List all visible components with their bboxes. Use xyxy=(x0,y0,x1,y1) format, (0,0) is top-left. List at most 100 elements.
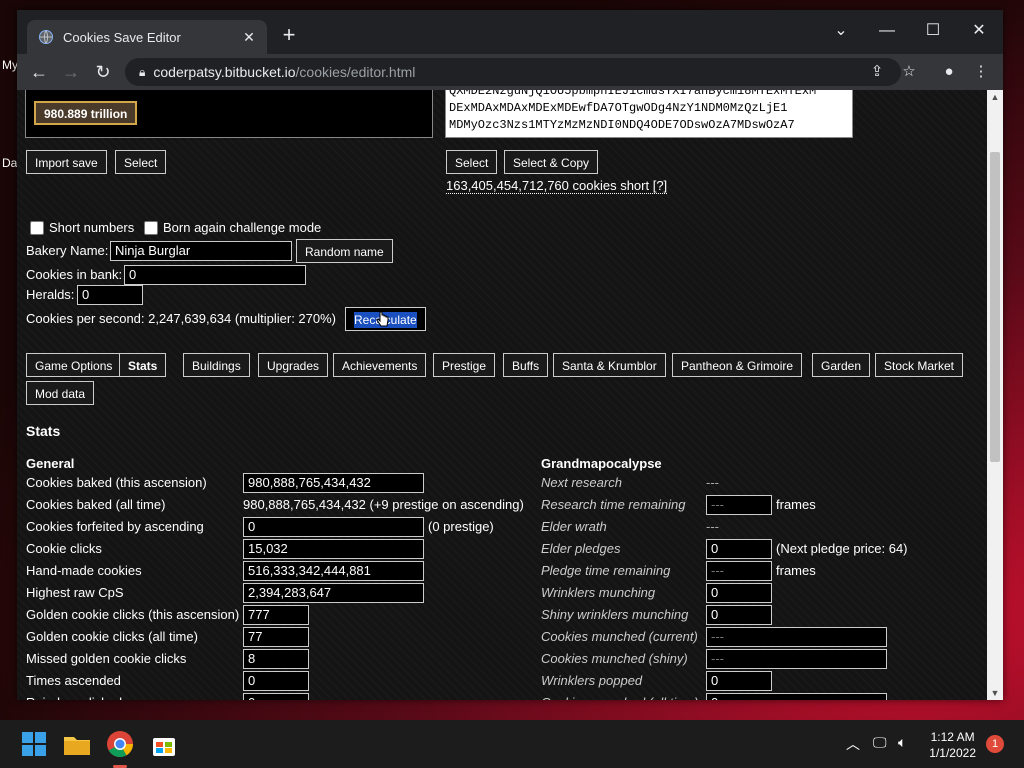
editor-page: 980.889 trillion QXMDE2NzguNjQ1OU5pbmphI… xyxy=(17,90,987,700)
clock[interactable]: 1:12 AM 1/1/2022 xyxy=(929,729,976,761)
stat-label: Wrinklers munching xyxy=(541,585,656,600)
desktop-icon-label[interactable]: My xyxy=(2,58,18,72)
volume-icon[interactable]: 🔈︎ xyxy=(898,734,906,751)
select-export-button[interactable]: Select xyxy=(446,150,498,174)
stat-input[interactable]: 0 xyxy=(706,605,772,625)
new-tab-button[interactable]: + xyxy=(277,24,301,48)
stat-input[interactable]: 15,032 xyxy=(243,539,424,559)
bakery-name-input[interactable]: Ninja Burglar xyxy=(110,241,292,261)
stat-label: Hand-made cookies xyxy=(26,563,142,578)
address-bar[interactable]: 🔒︎ coderpatsy.bitbucket.io/cookies/edito… xyxy=(125,58,901,86)
stat-label: Missed golden cookie clicks xyxy=(26,651,187,666)
cookies-badge: 980.889 trillion xyxy=(34,101,138,125)
tab-garden[interactable]: Garden xyxy=(812,353,871,377)
export-line: MDMyOzc3Nzs1MTYzMzMzNDI0NDQ4ODE7ODswOzA7… xyxy=(449,118,795,132)
lock-icon[interactable]: 🔒︎ xyxy=(139,65,145,80)
clock-time: 1:12 AM xyxy=(930,730,975,744)
tab-prestige[interactable]: Prestige xyxy=(433,353,496,377)
random-name-button[interactable]: Random name xyxy=(296,239,393,263)
chrome-icon[interactable] xyxy=(104,728,136,760)
desktop-icon-label[interactable]: Da xyxy=(2,156,17,170)
reload-icon[interactable]: ↻ xyxy=(89,58,117,86)
browser-tab[interactable]: Cookies Save Editor ✕ xyxy=(27,20,267,54)
born-again-label: Born again challenge mode xyxy=(163,220,322,235)
stat-label: Pledge time remaining xyxy=(541,563,671,578)
tab-search-icon[interactable]: ⌄ xyxy=(821,16,861,46)
stat-label: Elder wrath xyxy=(541,519,607,534)
export-line: DExMDAxMDAxMDExMDEwfDA7OTgwODg4NzY1NDM0M… xyxy=(449,101,788,115)
notification-badge[interactable]: 1 xyxy=(986,735,1004,753)
store-icon[interactable] xyxy=(148,728,180,760)
close-tab-icon[interactable]: ✕ xyxy=(239,29,259,46)
stat-input[interactable]: 0 xyxy=(706,583,772,603)
minimize-button[interactable]: — xyxy=(867,16,907,46)
import-save-textarea[interactable]: 980.889 trillion xyxy=(25,90,433,138)
chevron-up-icon[interactable]: ︿ xyxy=(846,734,860,754)
stat-input[interactable]: --- xyxy=(706,561,772,581)
tab-buffs[interactable]: Buffs xyxy=(503,353,549,377)
file-explorer-icon[interactable] xyxy=(61,728,93,760)
import-save-button[interactable]: Import save xyxy=(26,150,107,174)
scroll-down-icon[interactable]: ▼ xyxy=(987,686,1003,700)
url-host: coderpatsy.bitbucket.io xyxy=(153,64,296,80)
page-scrollbar[interactable]: ▲ ▼ xyxy=(987,90,1003,700)
tab-buildings[interactable]: Buildings xyxy=(183,353,250,377)
stat-label: Research time remaining xyxy=(541,497,686,512)
network-icon[interactable]: 🖵︎ xyxy=(873,734,887,751)
short-numbers-checkbox[interactable] xyxy=(30,221,44,235)
browser-window: Cookies Save Editor ✕ + ⌄ — ☐ ✕ ← → ↻ 🔒︎… xyxy=(17,10,1003,700)
share-icon[interactable]: ⇪ xyxy=(863,58,891,86)
scroll-up-icon[interactable]: ▲ xyxy=(987,90,1003,104)
stat-input[interactable]: 0 xyxy=(706,693,887,700)
stat-input[interactable]: --- xyxy=(706,649,887,669)
stat-label: Next research xyxy=(541,475,622,490)
general-heading: General xyxy=(26,456,75,471)
stat-input[interactable]: 0 xyxy=(243,671,309,691)
menu-icon[interactable]: ⋮ xyxy=(967,58,995,86)
back-icon[interactable]: ← xyxy=(25,58,53,86)
tab-achievements[interactable]: Achievements xyxy=(333,353,427,377)
stats-heading: Stats xyxy=(26,423,61,439)
stat-input[interactable]: 980,888,765,434,432 xyxy=(243,473,424,493)
stat-input[interactable]: 0 xyxy=(243,693,309,700)
stat-label: Cookies munched (all time) xyxy=(541,695,699,700)
start-windows-icon[interactable] xyxy=(18,728,50,760)
tab-stock-market[interactable]: Stock Market xyxy=(875,353,964,377)
stat-input[interactable]: 0 xyxy=(706,539,772,559)
heralds-input[interactable]: 0 xyxy=(77,285,143,305)
stat-input[interactable]: 2,394,283,647 xyxy=(243,583,424,603)
forward-icon[interactable]: → xyxy=(57,58,85,86)
stat-input[interactable]: 77 xyxy=(243,627,309,647)
tab-santa-krumblor[interactable]: Santa & Krumblor xyxy=(553,353,666,377)
stat-input[interactable]: 8 xyxy=(243,649,309,669)
stat-label: Shiny wrinklers munching xyxy=(541,607,689,622)
stat-input[interactable]: --- xyxy=(706,495,772,515)
stat-suffix: (Next pledge price: 64) xyxy=(776,541,908,556)
stat-input[interactable]: 777 xyxy=(243,605,309,625)
select-import-button[interactable]: Select xyxy=(115,150,167,174)
tab-game-options[interactable]: Game Options xyxy=(26,353,122,377)
stat-value: --- xyxy=(706,519,719,534)
cookies-bank-input[interactable]: 0 xyxy=(124,265,306,285)
stat-input[interactable]: 0 xyxy=(243,517,424,537)
born-again-checkbox[interactable] xyxy=(144,221,158,235)
tab-upgrades[interactable]: Upgrades xyxy=(258,353,329,377)
stat-suffix: (0 prestige) xyxy=(428,519,494,534)
stat-input[interactable]: --- xyxy=(706,627,887,647)
export-save-textarea[interactable]: QXMDE2NzguNjQ1OU5pbmphIEJ1cmdsYXI7anBycm… xyxy=(445,90,853,138)
maximize-button[interactable]: ☐ xyxy=(913,16,953,46)
cps-text: Cookies per second: 2,247,639,634 (multi… xyxy=(26,311,337,326)
select-copy-button[interactable]: Select & Copy xyxy=(504,150,599,174)
stat-value: 980,888,765,434,432 (+9 prestige on asce… xyxy=(243,497,524,512)
stat-input[interactable]: 0 xyxy=(706,671,772,691)
scrollbar-thumb[interactable] xyxy=(990,152,1000,462)
tab-stats[interactable]: Stats xyxy=(119,353,167,377)
stat-input[interactable]: 516,333,342,444,881 xyxy=(243,561,424,581)
tab-mod-data[interactable]: Mod data xyxy=(26,381,95,405)
cookies-short-info[interactable]: 163,405,454,712,760 cookies short [?] xyxy=(446,178,668,194)
bookmark-star-icon[interactable]: ☆ xyxy=(895,58,923,86)
tab-pantheon-grimoire[interactable]: Pantheon & Grimoire xyxy=(672,353,803,377)
profile-icon[interactable]: ● xyxy=(935,58,963,86)
stat-value: --- xyxy=(706,475,719,490)
close-window-button[interactable]: ✕ xyxy=(959,16,999,46)
